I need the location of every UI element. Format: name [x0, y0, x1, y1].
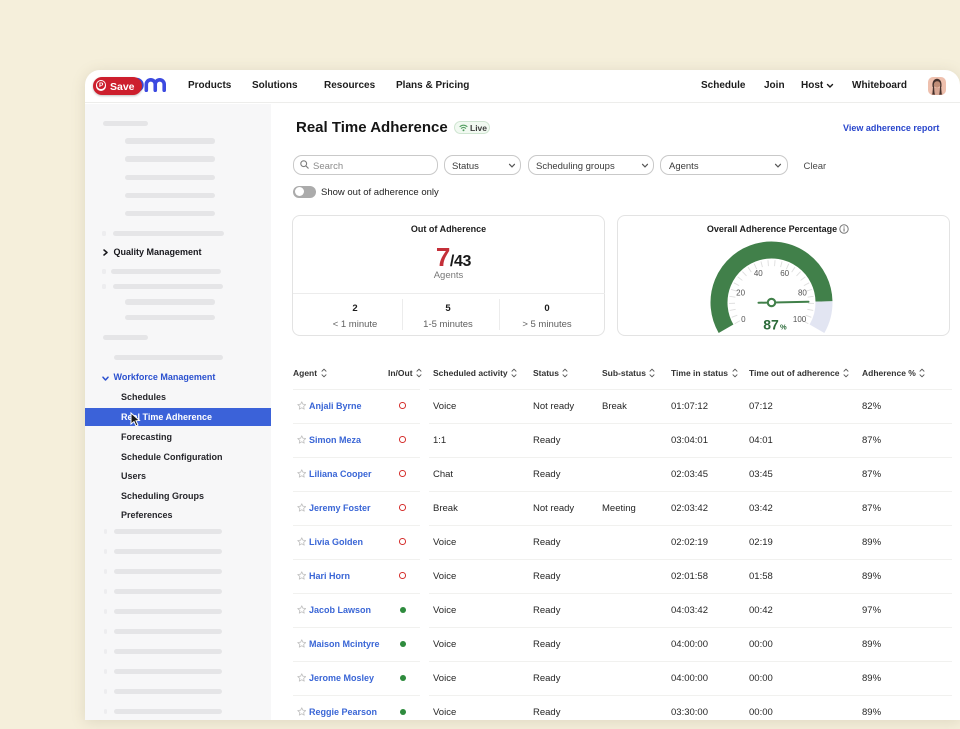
svg-text:%: % — [780, 323, 787, 332]
svg-text:60: 60 — [780, 269, 789, 278]
svg-text:0: 0 — [741, 315, 746, 324]
svg-text:87: 87 — [763, 317, 779, 333]
svg-text:20: 20 — [736, 289, 745, 298]
svg-text:100: 100 — [793, 315, 807, 324]
svg-text:40: 40 — [754, 269, 763, 278]
svg-text:80: 80 — [798, 289, 807, 298]
